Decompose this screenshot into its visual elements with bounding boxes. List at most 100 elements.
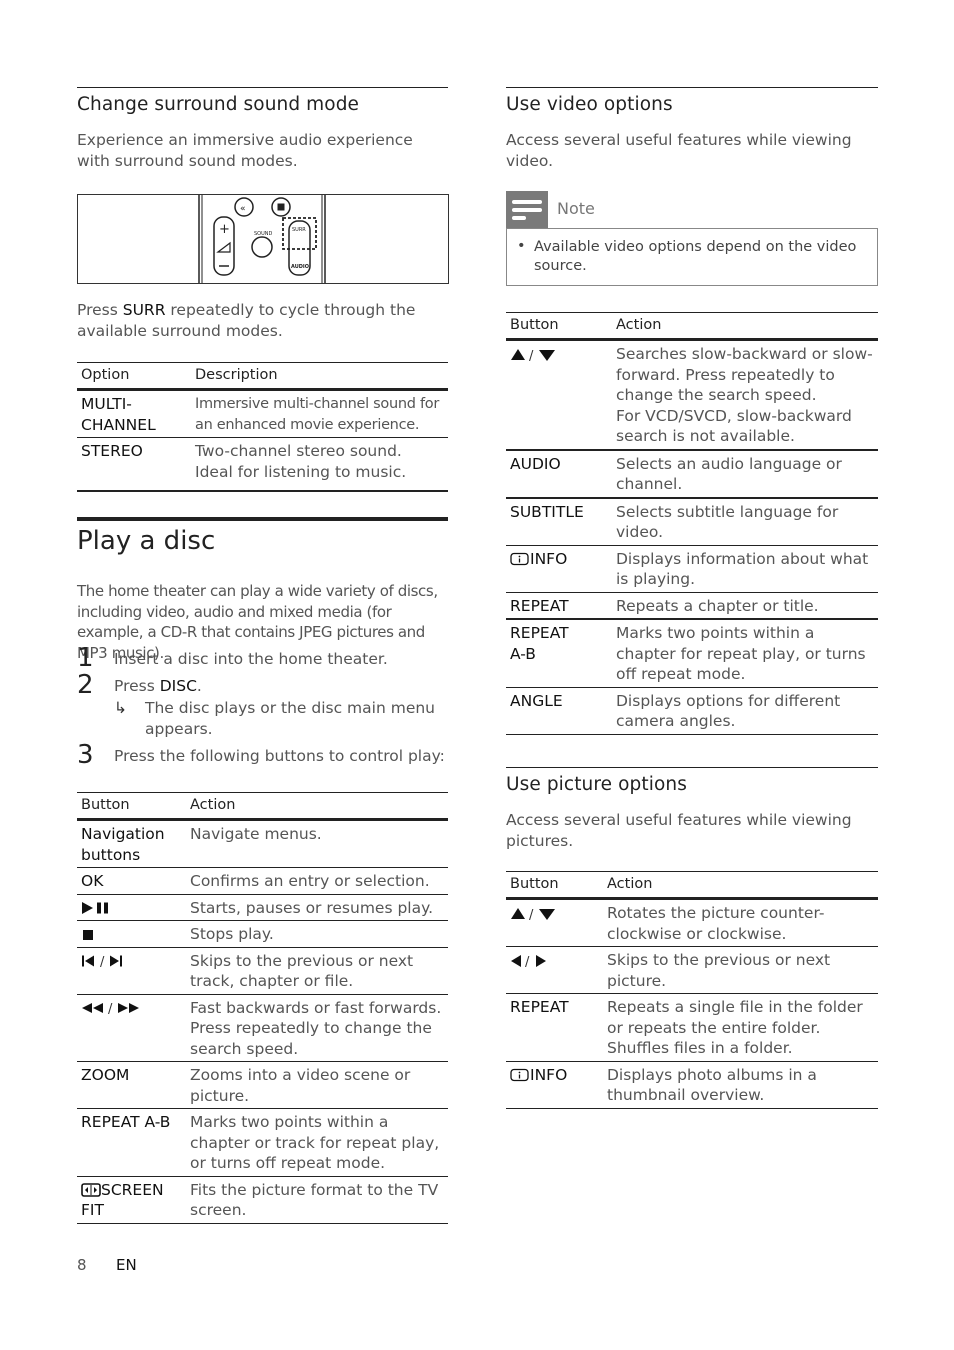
button-cell: [77, 920, 186, 948]
button-cell: /: [506, 898, 603, 947]
note-icon: [506, 191, 548, 229]
surround-instruction: Press SURR repeatedly to cycle through t…: [77, 301, 416, 340]
button-cell: REPEAT A-B: [506, 619, 612, 688]
up-down-icon: /: [511, 907, 555, 921]
table-row: / Fast backwards or fast forwards. Press…: [77, 994, 448, 1062]
table-row: / Rotates the picture counter-clockwise …: [506, 898, 878, 947]
table-row: / Searches slow-backward or slow-forward…: [506, 339, 878, 451]
playback-buttons-table: Button Action Navigation buttons Navigat…: [77, 792, 448, 1224]
step-number: 1: [77, 643, 94, 673]
surround-options-table: Option Description MULTI- CHANNEL Immersi…: [77, 362, 448, 492]
note-item: • Available video options depend on the …: [517, 238, 857, 274]
svg-text:/: /: [529, 349, 534, 362]
info-icon: [510, 552, 529, 566]
action-cell: Navigate menus.: [186, 819, 448, 868]
column-header-action: Action: [603, 871, 878, 900]
play-disc-title: Play a disc: [77, 526, 216, 556]
svg-text:AUDIO: AUDIO: [291, 264, 309, 270]
picture-intro: Access several useful features while vie…: [506, 811, 852, 850]
action-cell: Stops play.: [186, 920, 448, 948]
table-row: / Skips to the previous or next picture.: [506, 946, 878, 994]
action-cell: Selects an audio language or channel.: [612, 449, 878, 499]
table-row: Navigation buttons Navigate menus.: [77, 819, 448, 868]
button-cell: OK: [77, 867, 186, 895]
table-row: Starts, pauses or resumes play.: [77, 894, 448, 921]
picture-options-table: Button Action / Rotates the picture coun…: [506, 871, 878, 1109]
table-row: INFO Displays information about what is …: [506, 545, 878, 593]
table-row: REPEAT A-B Marks two points within a cha…: [77, 1108, 448, 1177]
option-cell: MULTI- CHANNEL: [77, 389, 191, 438]
section-divider: [506, 767, 878, 768]
action-cell: Zooms into a video scene or picture.: [186, 1061, 448, 1109]
action-cell: Displays photo albums in a thumbnail ove…: [603, 1061, 878, 1109]
action-cell: Marks two points within a chapter for re…: [612, 619, 878, 688]
button-cell: REPEAT A-B: [77, 1108, 186, 1177]
svg-text:/: /: [525, 955, 530, 968]
remote-control-drawing: « + SOUND SURR AUDIO: [198, 195, 326, 283]
remote-illustration: « + SOUND SURR AUDIO: [77, 194, 449, 284]
table-row: / Skips to the previous or next track, c…: [77, 947, 448, 995]
svg-text:SOUND: SOUND: [254, 231, 273, 237]
picture-section-title: Use picture options: [506, 774, 687, 795]
button-cell: SUBTITLE: [506, 497, 612, 546]
action-cell: Starts, pauses or resumes play.: [186, 894, 448, 921]
svg-text:«: «: [240, 204, 246, 214]
button-cell: REPEAT: [506, 993, 603, 1062]
button-cell: INFO: [506, 545, 612, 593]
action-cell: Marks two points within a chapter or tra…: [186, 1108, 448, 1177]
column-header-description: Description: [191, 362, 448, 391]
table-row: SCREEN FIT Fits the picture format to th…: [77, 1176, 448, 1224]
page-footer: 8 EN: [77, 1256, 137, 1274]
section-divider: [506, 87, 878, 88]
play-pause-icon: [82, 902, 108, 914]
button-cell: /: [506, 339, 612, 451]
svg-text:SURR: SURR: [292, 227, 306, 233]
column-header-button: Button: [506, 871, 603, 900]
action-cell: Repeats a single file in the folder or r…: [603, 993, 878, 1062]
table-row: Stops play.: [77, 920, 448, 948]
action-cell: Skips to the previous or next picture.: [603, 946, 878, 994]
step-item: 1 Insert a disc into the home theater.: [77, 643, 388, 673]
left-right-icon: /: [511, 954, 546, 968]
svg-text:/: /: [108, 1002, 113, 1015]
chapter-divider: [77, 517, 448, 521]
button-cell: INFO: [506, 1061, 603, 1109]
action-cell: Searches slow-backward or slow-forward. …: [612, 339, 878, 451]
step-number: 2: [77, 669, 94, 700]
note-label: Note: [557, 199, 595, 218]
table-row: REPEAT Repeats a single file in the fold…: [506, 993, 878, 1062]
note-box: • Available video options depend on the …: [506, 228, 878, 286]
column-header-button: Button: [506, 312, 612, 341]
step-item: 3 Press the following buttons to control…: [77, 740, 445, 770]
table-row: INFO Displays photo albums in a thumbnai…: [506, 1061, 878, 1109]
button-cell: REPEAT: [506, 592, 612, 620]
svg-text:+: +: [219, 222, 230, 237]
table-row: ZOOM Zooms into a video scene or picture…: [77, 1061, 448, 1109]
column-header-button: Button: [77, 792, 186, 821]
table-row: REPEAT A-B Marks two points within a chap…: [506, 619, 878, 688]
steps-list: 1 Insert a disc into the home theater. 2…: [77, 643, 448, 770]
action-cell: Repeats a chapter or title.: [612, 592, 878, 620]
button-cell: AUDIO: [506, 449, 612, 499]
column-header-option: Option: [77, 362, 191, 391]
button-cell: /: [77, 947, 186, 995]
rewind-forward-icon: /: [82, 1002, 139, 1015]
svg-text:/: /: [100, 955, 105, 968]
screen-fit-icon: [81, 1183, 101, 1197]
step-number: 3: [77, 740, 94, 770]
video-section-title: Use video options: [506, 94, 673, 115]
section-divider: [77, 87, 448, 88]
description-cell: Immersive multi-channel sound for an enh…: [191, 389, 448, 438]
video-intro: Access several useful features while vie…: [506, 131, 852, 170]
table-row: SUBTITLE Selects subtitle language for v…: [506, 497, 878, 546]
table-row: STEREO Two-channel stereo sound. Ideal f…: [77, 437, 448, 492]
action-cell: Skips to the previous or next track, cha…: [186, 947, 448, 995]
action-cell: Confirms an entry or selection.: [186, 867, 448, 895]
action-cell: Rotates the picture counter-clockwise or…: [603, 898, 878, 947]
up-down-icon: /: [511, 348, 555, 362]
info-icon: [510, 1068, 529, 1082]
column-header-action: Action: [186, 792, 448, 821]
button-cell: SCREEN FIT: [77, 1176, 186, 1224]
skip-prev-next-icon: /: [82, 955, 122, 968]
button-cell: /: [506, 946, 603, 994]
